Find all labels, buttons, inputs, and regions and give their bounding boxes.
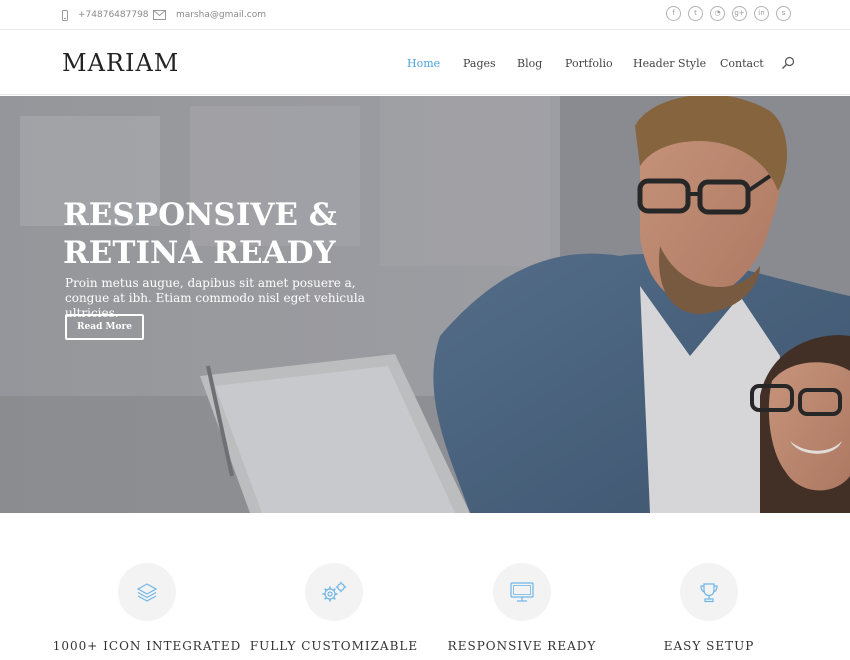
phone-contact: +74876487798 xyxy=(62,0,149,30)
gears-icon xyxy=(322,581,347,602)
nav-item-home[interactable]: Home xyxy=(407,57,440,70)
hero-title-line-1: RESPONSIVE & xyxy=(63,197,337,233)
feature-title: FULLY CUSTOMIZABLE xyxy=(249,639,419,653)
feature-title: RESPONSIVE READY xyxy=(447,639,597,653)
trophy-icon xyxy=(700,583,718,603)
nav-item-blog[interactable]: Blog xyxy=(517,57,542,70)
site-header: MARIAM Home Pages Blog Portfolio Header … xyxy=(0,31,850,95)
search-icon xyxy=(782,56,795,69)
layers-icon xyxy=(136,583,158,602)
rss-icon[interactable]: ◔ xyxy=(710,6,725,21)
search-button[interactable] xyxy=(781,55,795,69)
feature-icon-circle xyxy=(305,563,363,621)
read-more-button[interactable]: Read More xyxy=(65,314,144,340)
hero-title-line-2: RETINA READY xyxy=(63,235,336,271)
social-links: f t ◔ g+ in s xyxy=(666,6,791,21)
top-bar: +74876487798 marsha@gmail.com f t ◔ g+ i… xyxy=(0,0,850,30)
feature-icon-circle xyxy=(118,563,176,621)
hero-banner: RESPONSIVE & RETINA READY Proin metus au… xyxy=(0,96,850,513)
linkedin-icon[interactable]: in xyxy=(754,6,769,21)
hero-title: RESPONSIVE & RETINA READY xyxy=(63,196,483,272)
nav-item-contact[interactable]: Contact xyxy=(720,57,764,70)
envelope-icon xyxy=(153,10,166,20)
nav-item-portfolio[interactable]: Portfolio xyxy=(565,57,613,70)
phone-number: +74876487798 xyxy=(78,10,149,20)
email-contact[interactable]: marsha@gmail.com xyxy=(153,0,266,30)
email-address: marsha@gmail.com xyxy=(176,10,266,20)
feature-icon-circle xyxy=(680,563,738,621)
site-logo[interactable]: MARIAM xyxy=(62,49,179,77)
nav-item-pages[interactable]: Pages xyxy=(463,57,496,70)
nav-item-header-style[interactable]: Header Style xyxy=(633,57,706,70)
feature-icon-circle xyxy=(493,563,551,621)
twitter-icon[interactable]: t xyxy=(688,6,703,21)
monitor-icon xyxy=(510,582,534,602)
feature-title: 1000+ ICON INTEGRATED xyxy=(52,639,242,653)
google-plus-icon[interactable]: g+ xyxy=(732,6,747,21)
features-section: 1000+ ICON INTEGRATED FULLY CUSTOMIZABLE… xyxy=(0,513,850,660)
skype-icon[interactable]: s xyxy=(776,6,791,21)
feature-title: EASY SETUP xyxy=(663,639,755,653)
phone-icon xyxy=(62,9,68,21)
facebook-icon[interactable]: f xyxy=(666,6,681,21)
